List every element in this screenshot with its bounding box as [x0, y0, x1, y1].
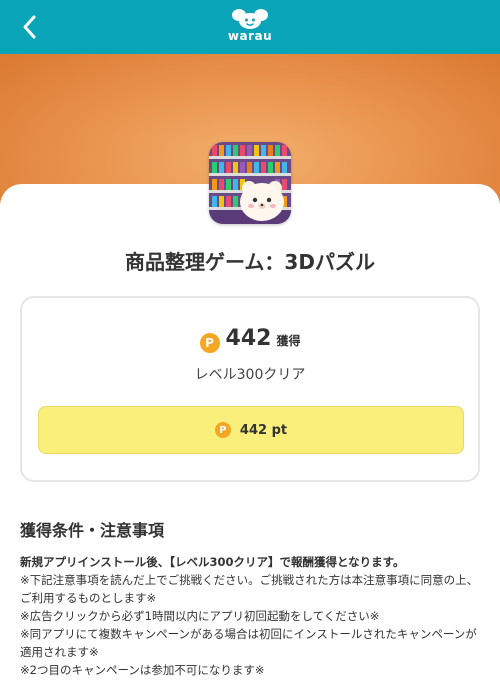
point-coin-icon: P: [199, 333, 220, 353]
get-points-button-label: 442 pt: [239, 422, 288, 438]
section-title: 獲得条件・注意事項: [20, 521, 165, 540]
notes-lead: 新規アプリインストール後、【レベル300クリア】で報酬獲得となります。: [20, 555, 405, 569]
notes-line: ※2つ目のキャンペーンは参加不可になります※: [20, 663, 265, 677]
logo-text: warau: [227, 29, 273, 43]
points-value: 442: [225, 326, 272, 351]
reward-card: P 442 獲得 レベル300クリア P 442 pt: [20, 296, 480, 482]
logo-mascot-icon: [232, 9, 268, 29]
get-points-button[interactable]: P 442 pt: [38, 406, 464, 454]
app-title: 商品整理ゲーム：3Dパズル: [125, 250, 375, 274]
points-summary: P 442 獲得: [22, 326, 478, 353]
app-icon: [209, 142, 291, 224]
store-shelf-bear-icon: [209, 142, 291, 224]
point-coin-icon: P: [214, 422, 231, 438]
warau-logo[interactable]: warau: [220, 9, 280, 47]
top-bar: warau: [0, 0, 500, 54]
notes-line: ※広告クリックから必ず1時間以内にアプリ初回起動をしてください※: [20, 609, 380, 623]
notes-line: ※同アプリにて複数キャンペーンがある場合は初回にインストールされたキャンペーンが…: [20, 627, 477, 659]
notes-line: ※下記注意事項を読んだ上でご挑戦ください。ご挑戦された方は本注意事項に同意の上、…: [20, 573, 479, 605]
chevron-left-icon: [23, 15, 36, 39]
points-unit: 獲得: [276, 334, 301, 348]
reward-condition: レベル300クリア: [194, 367, 306, 383]
notes-body: 新規アプリインストール後、【レベル300クリア】で報酬獲得となります。 ※下記注…: [20, 553, 482, 679]
back-button[interactable]: [14, 12, 44, 42]
